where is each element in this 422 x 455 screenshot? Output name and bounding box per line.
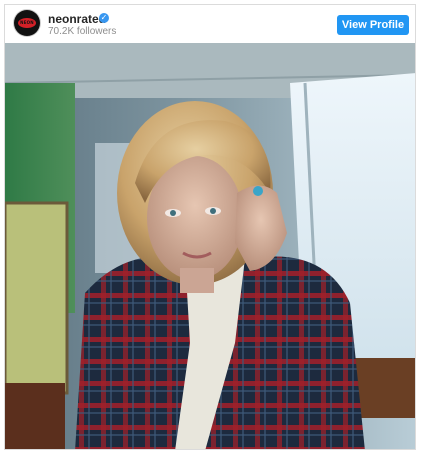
view-profile-button[interactable]: View Profile <box>337 15 409 35</box>
avatar-logo-text: NEON <box>20 20 34 25</box>
neon-logo: NEON <box>18 18 36 28</box>
post-photo[interactable] <box>5 43 416 450</box>
post-header: NEON neonrated ✓ 70.2K followers View Pr… <box>5 5 415 43</box>
profile-avatar[interactable]: NEON <box>14 10 40 36</box>
instagram-embed-card: NEON neonrated ✓ 70.2K followers View Pr… <box>4 4 416 450</box>
follower-count: 70.2K followers <box>48 26 117 37</box>
username[interactable]: neonrated <box>48 12 106 26</box>
verified-badge-icon: ✓ <box>99 13 109 23</box>
